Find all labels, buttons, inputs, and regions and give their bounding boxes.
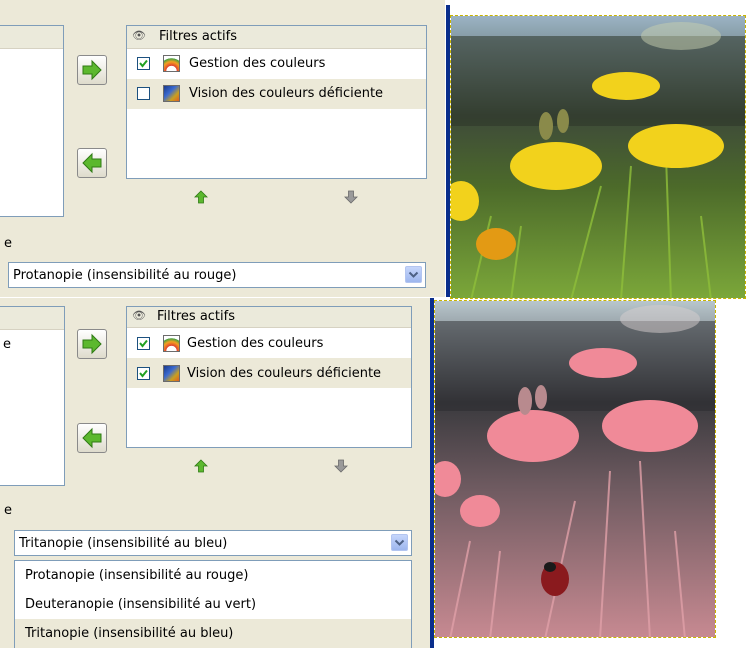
eye-icon: 👁 <box>132 29 146 42</box>
filter-row[interactable]: Gestion des couleurs <box>127 49 426 79</box>
type-label-fragment: e <box>4 503 12 518</box>
active-filters-list[interactable]: 👁 Filtres actifs Gestion des couleurs Vi… <box>126 25 427 179</box>
move-down-icon[interactable] <box>344 190 358 204</box>
dropdown-option-selected[interactable]: Tritanopie (insensibilité au bleu) <box>15 619 411 648</box>
dropdown-option[interactable]: Protanopie (insensibilité au rouge) <box>15 561 411 590</box>
filter-checkbox[interactable] <box>137 367 150 380</box>
available-filters-list[interactable]: e <box>0 306 65 486</box>
add-filter-button[interactable] <box>77 329 107 359</box>
dropdown-option-label: Tritanopie (insensibilité au bleu) <box>25 626 234 641</box>
dropdown-button[interactable] <box>391 534 408 551</box>
deficiency-type-select[interactable]: Tritanopie (insensibilité au bleu) <box>14 530 412 556</box>
active-filters-list[interactable]: 👁 Filtres actifs Gestion des couleurs Vi… <box>126 306 412 448</box>
eye-icon: 👁 <box>132 309 146 322</box>
filter-label: Gestion des couleurs <box>187 336 324 351</box>
select-value: Protanopie (insensibilité au rouge) <box>13 268 237 283</box>
available-filters-list[interactable] <box>0 25 64 217</box>
chevron-down-icon <box>408 271 419 278</box>
filter-row[interactable]: Gestion des couleurs <box>127 328 411 358</box>
filter-checkbox[interactable] <box>137 87 150 100</box>
flower-photo <box>451 16 745 298</box>
active-filters-header: 👁 Filtres actifs <box>127 307 411 328</box>
type-label-fragment: e <box>4 236 12 251</box>
preview-image-normal <box>450 15 746 299</box>
color-management-icon <box>163 335 180 352</box>
filter-label: Vision des couleurs déficiente <box>189 86 384 101</box>
checkmark-icon <box>139 59 148 68</box>
available-filters-header <box>0 307 64 330</box>
dropdown-button[interactable] <box>405 266 422 283</box>
available-filter-fragment: e <box>3 337 11 352</box>
deficiency-type-select[interactable]: Protanopie (insensibilité au rouge) <box>8 262 426 288</box>
add-filter-button[interactable] <box>77 55 107 85</box>
remove-filter-button[interactable] <box>77 423 107 453</box>
active-filters-header: 👁 Filtres actifs <box>127 26 426 49</box>
active-filters-header-label: Filtres actifs <box>159 29 237 44</box>
available-filters-header <box>0 26 63 49</box>
filter-row[interactable]: Vision des couleurs déficiente <box>127 79 426 109</box>
dropdown-option-label: Deuteranopie (insensibilité au vert) <box>25 597 257 612</box>
flower-photo-simulated <box>435 301 715 637</box>
arrow-right-icon <box>82 59 102 81</box>
color-deficient-icon <box>163 85 180 102</box>
preview-image-simulated <box>434 300 716 638</box>
checkmark-icon <box>139 339 148 348</box>
move-up-icon[interactable] <box>194 459 208 473</box>
filter-checkbox[interactable] <box>137 337 150 350</box>
color-deficient-icon <box>163 365 180 382</box>
filter-row[interactable]: Vision des couleurs déficiente <box>127 358 411 388</box>
filter-checkbox[interactable] <box>137 57 150 70</box>
filter-label: Gestion des couleurs <box>189 56 326 71</box>
color-management-icon <box>163 55 180 72</box>
arrow-right-icon <box>82 333 102 355</box>
active-filters-header-label: Filtres actifs <box>157 309 235 324</box>
checkmark-icon <box>139 369 148 378</box>
move-up-icon[interactable] <box>194 190 208 204</box>
remove-filter-button[interactable] <box>77 148 107 178</box>
arrow-left-icon <box>82 427 102 449</box>
dropdown-options-list[interactable]: Protanopie (insensibilité au rouge) Deut… <box>14 560 412 648</box>
select-value: Tritanopie (insensibilité au bleu) <box>19 536 228 551</box>
dropdown-option[interactable]: Deuteranopie (insensibilité au vert) <box>15 590 411 619</box>
filter-label: Vision des couleurs déficiente <box>187 366 382 381</box>
chevron-down-icon <box>394 539 405 546</box>
dropdown-option-label: Protanopie (insensibilité au rouge) <box>25 568 249 583</box>
move-down-icon[interactable] <box>334 459 348 473</box>
arrow-left-icon <box>82 152 102 174</box>
